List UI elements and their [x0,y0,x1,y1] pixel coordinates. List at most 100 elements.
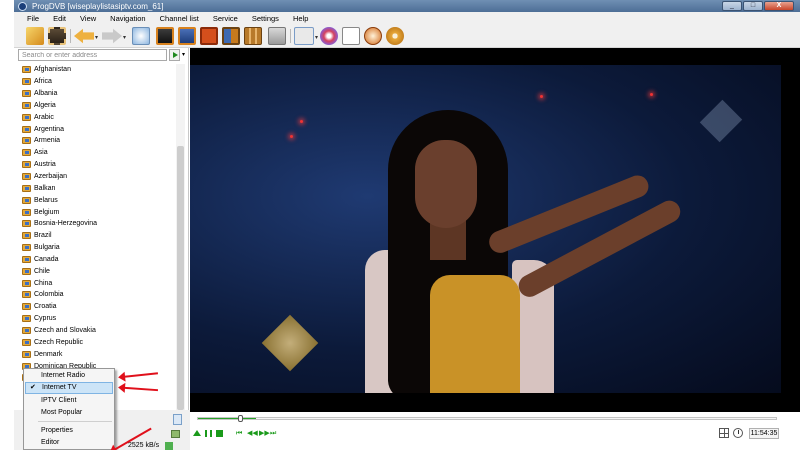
search-dropdown-icon[interactable]: ▾ [182,51,185,58]
forward-arrow-icon[interactable] [102,28,122,44]
epg-dropdown-icon[interactable]: ▾ [315,34,318,41]
progdvb-window: ProgDVB [wiseplaylistasiptv.com_61] _ □ … [0,0,800,450]
film-icon[interactable] [48,27,66,45]
settings-gear-icon[interactable] [386,27,404,45]
timer-icon[interactable] [733,428,743,438]
menu-edit[interactable]: Edit [46,14,73,23]
title-bar: ProgDVB [wiseplaylistasiptv.com_61] _ □ … [14,0,800,12]
tree-item[interactable]: Africa [22,76,177,88]
forward-dropdown-icon[interactable]: ▾ [123,34,126,41]
tree-item[interactable]: Albania [22,88,177,100]
tree-item[interactable]: Colombia [22,289,177,301]
tree-item[interactable]: Asia [22,147,177,159]
menu-item-properties[interactable]: Properties [25,425,113,437]
tree-item[interactable]: Bulgaria [22,242,177,254]
tree-item[interactable]: Balkan [22,182,177,194]
menu-item-label: IPTV Client [41,397,77,404]
tree-item[interactable]: Chile [22,265,177,277]
toolbar: ▾ ▾ ▾ [14,24,800,48]
seek-progress [198,418,256,419]
app-icon [18,1,27,11]
close-button[interactable]: X [764,1,794,11]
clock-icon[interactable] [364,27,382,45]
rewind-icon[interactable]: ◀◀ [247,430,258,438]
folder-icon [22,303,31,311]
tree-item-label: Algeria [34,101,56,109]
tree-item[interactable]: China [22,277,177,289]
monitor-icon[interactable] [156,27,174,45]
disc-icon[interactable] [320,27,338,45]
menu-channel-list[interactable]: Channel list [153,14,206,23]
menu-service[interactable]: Service [206,14,245,23]
record-indicator-icon[interactable] [171,430,180,438]
go-play-icon[interactable] [169,49,180,61]
menu-item-most-popular[interactable]: Most Popular [25,407,113,419]
folder-icon [22,338,31,346]
channel-source-menu: Internet Radio ✔ Internet TV IPTV Client… [23,368,115,450]
stop-icon[interactable] [216,430,223,437]
menu-item-editor[interactable]: Editor [25,437,113,449]
tree-item[interactable]: Afghanistan [22,64,177,76]
menu-item-internet-radio[interactable]: Internet Radio [25,370,113,382]
menu-settings[interactable]: Settings [245,14,286,23]
menu-item-internet-tv[interactable]: ✔ Internet TV [25,382,113,394]
tree-item[interactable]: Czech Republic [22,336,177,348]
tree-item-label: Albania [34,90,58,98]
notes-icon[interactable] [342,27,360,45]
menu-item-label: Internet TV [42,384,77,391]
record-icon[interactable] [268,27,286,45]
tree-item[interactable]: Brazil [22,230,177,242]
tree-item[interactable]: Armenia [22,135,177,147]
scrollbar-thumb[interactable] [177,146,184,410]
tree-item[interactable]: Belgium [22,206,177,218]
tree-item[interactable]: Canada [22,254,177,266]
menu-item-iptv-client[interactable]: IPTV Client [25,395,113,407]
tree-item[interactable]: Arabic [22,111,177,123]
folder-icon [22,326,31,334]
video-viewport[interactable] [190,48,800,412]
minimize-button[interactable]: _ [722,1,742,11]
scan-icon[interactable] [132,27,150,45]
clock-readout: 11:54:35 [749,428,779,439]
3d-icon[interactable] [200,27,218,45]
back-arrow-icon[interactable] [74,28,94,44]
channel-tree: Afghanistan Africa Albania Algeria Arabic Arg… [22,64,177,410]
menu-view[interactable]: View [73,14,103,23]
seek-handle[interactable] [238,415,244,422]
tree-item-label: Africa [34,78,52,86]
pause-icon[interactable] [205,430,212,437]
tree-item[interactable]: Austria [22,159,177,171]
epg-icon[interactable] [294,27,314,45]
menu-help[interactable]: Help [286,14,315,23]
back-dropdown-icon[interactable]: ▾ [95,34,98,41]
tree-item[interactable]: Bosnia-Herzegovina [22,218,177,230]
eject-icon[interactable] [193,430,201,436]
folder-open-icon[interactable] [26,27,44,45]
previous-channel-icon[interactable]: ⏮ [236,430,242,438]
tree-item[interactable]: Algeria [22,100,177,112]
multiview-icon[interactable] [222,27,240,45]
tree-item[interactable]: Azerbaijan [22,171,177,183]
tree-scrollbar[interactable] [176,64,185,410]
tree-item[interactable]: Cyprus [22,313,177,325]
menu-navigation[interactable]: Navigation [103,14,152,23]
search-input[interactable] [18,49,167,61]
tree-item[interactable]: Denmark [22,348,177,360]
maximize-button[interactable]: □ [743,1,763,11]
tree-item[interactable]: Argentina [22,123,177,135]
tree-item[interactable]: Czech and Slovakia [22,325,177,337]
next-channel-icon[interactable]: ⏭ [270,430,276,438]
seek-bar[interactable] [197,415,777,422]
folder-icon [22,315,31,323]
mosaic-icon[interactable] [244,27,262,45]
panel-toggle-icon[interactable] [173,414,182,425]
folder-icon [22,255,31,263]
tree-item[interactable]: Belarus [22,194,177,206]
menu-file[interactable]: File [14,14,46,23]
pip-icon[interactable] [178,27,196,45]
tree-item-label: Armenia [34,137,61,145]
tree-item[interactable]: Croatia [22,301,177,313]
toolbar-separator [290,29,291,43]
grid-view-icon[interactable] [719,428,729,438]
fast-forward-icon[interactable]: ▶▶ [259,430,270,438]
